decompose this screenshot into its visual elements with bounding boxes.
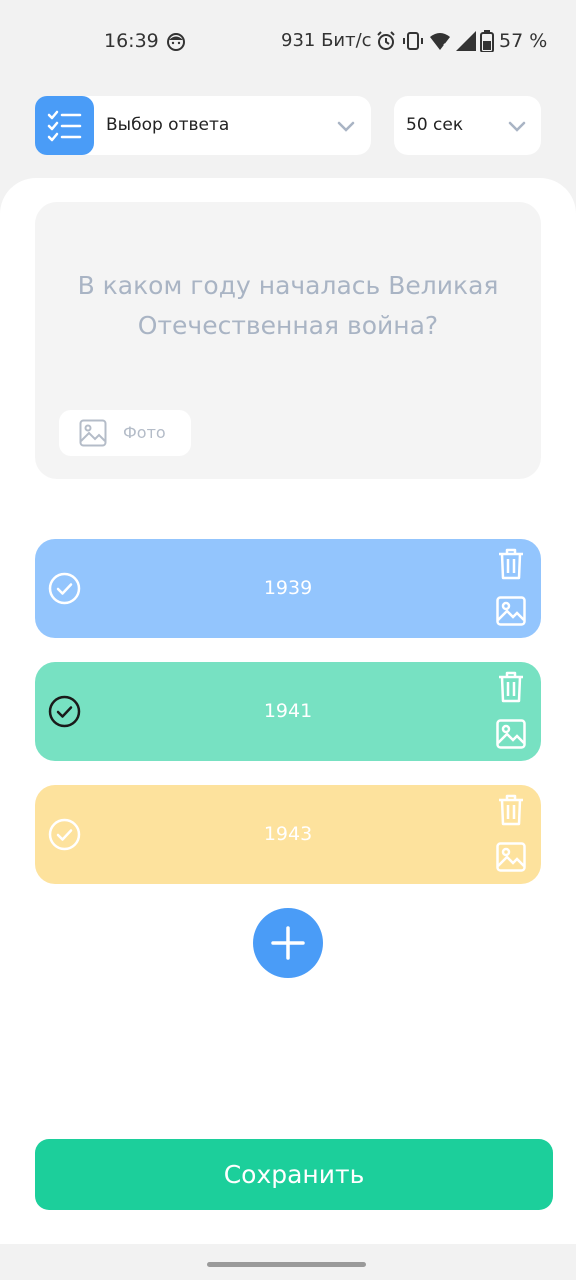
answer-text[interactable]: 1939 xyxy=(35,577,541,599)
add-photo-button[interactable]: Фото xyxy=(59,410,191,456)
home-gesture-handle[interactable] xyxy=(207,1262,366,1267)
network-speed: 931 Бит/с xyxy=(281,30,372,51)
trash-icon[interactable] xyxy=(496,671,526,707)
trash-icon[interactable] xyxy=(496,548,526,584)
battery-percent: 57 % xyxy=(499,30,548,52)
chevron-down-icon xyxy=(337,118,355,137)
signal-icon xyxy=(455,30,477,56)
image-icon xyxy=(79,419,107,451)
question-card[interactable]: В каком году началась Великая Отечествен… xyxy=(35,202,541,479)
image-icon[interactable] xyxy=(496,842,526,876)
alarm-icon xyxy=(376,30,396,56)
save-button[interactable]: Сохранить xyxy=(35,1139,553,1210)
editor-sheet: В каком году началась Великая Отечествен… xyxy=(0,178,576,1244)
image-icon[interactable] xyxy=(496,719,526,753)
answer-text[interactable]: 1941 xyxy=(35,700,541,722)
status-bar: 16:39 931 Бит/с 57 % xyxy=(0,0,576,84)
question-type-label: Выбор ответа xyxy=(106,115,230,135)
wifi-icon xyxy=(429,30,451,56)
answer-option[interactable]: 1939 xyxy=(35,539,541,638)
question-type-dropdown[interactable]: Выбор ответа xyxy=(35,96,371,155)
time-limit-dropdown[interactable]: 50 сек xyxy=(394,96,541,155)
time-limit-label: 50 сек xyxy=(406,115,464,135)
image-icon[interactable] xyxy=(496,596,526,630)
answer-option[interactable]: 1943 xyxy=(35,785,541,884)
add-answer-button[interactable] xyxy=(253,908,323,978)
plus-icon xyxy=(253,908,323,982)
vibrate-icon xyxy=(402,30,424,56)
question-text[interactable]: В каком году началась Великая Отечествен… xyxy=(55,266,521,346)
chevron-down-icon xyxy=(508,118,526,137)
checklist-icon xyxy=(35,96,94,155)
save-button-label: Сохранить xyxy=(223,1160,365,1189)
system-navigation-bar xyxy=(0,1244,576,1280)
status-time: 16:39 xyxy=(104,30,159,52)
battery-icon xyxy=(480,30,494,56)
answer-text[interactable]: 1943 xyxy=(35,823,541,845)
photo-label: Фото xyxy=(123,423,166,442)
question-settings-bar: Выбор ответа 50 сек xyxy=(0,84,576,176)
trash-icon[interactable] xyxy=(496,794,526,830)
face-icon xyxy=(166,32,186,52)
answer-option-correct[interactable]: 1941 xyxy=(35,662,541,761)
